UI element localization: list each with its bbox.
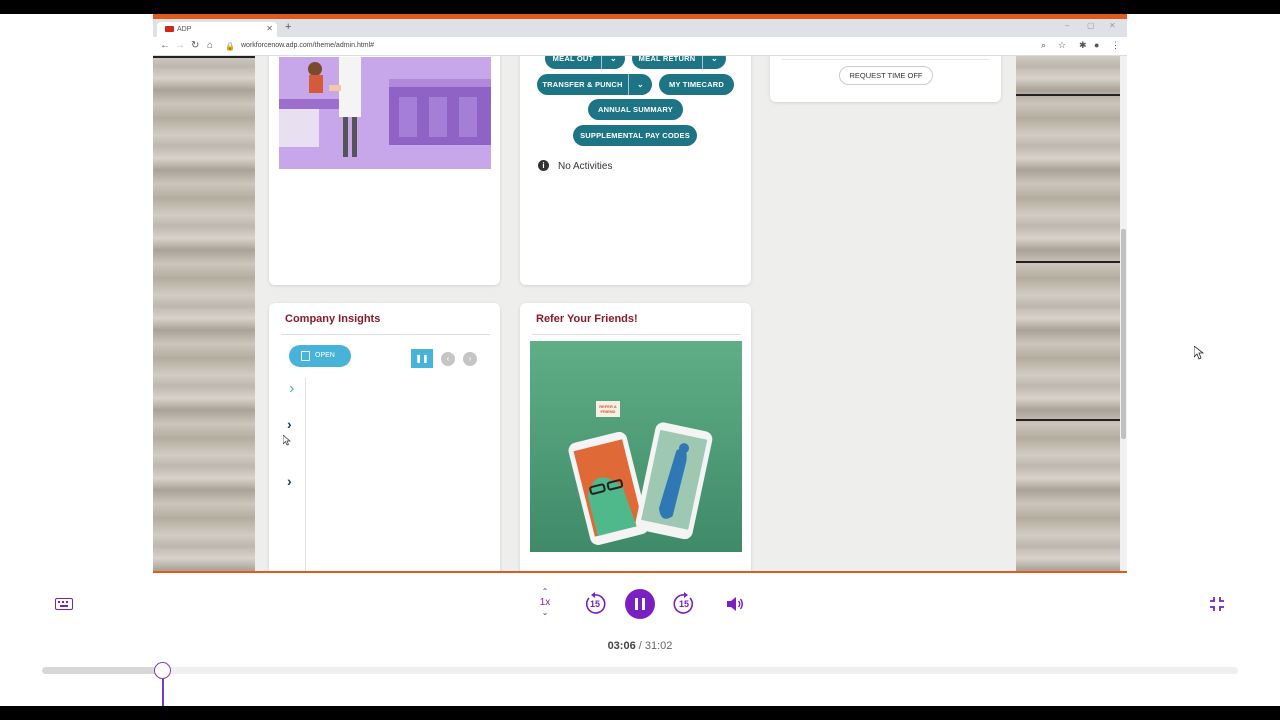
illustration-card (269, 56, 500, 285)
pause-icon-bar (642, 598, 645, 610)
mouse-cursor-icon (1194, 346, 1204, 360)
company-insights-card: Company Insights OPEN ❚❚ ‹ › › › › (269, 303, 500, 571)
exit-fullscreen-icon[interactable] (1210, 597, 1224, 611)
pharmacy-illustration (279, 57, 491, 169)
speed-down-icon[interactable]: ⌄ (535, 609, 555, 617)
new-tab-icon[interactable]: + (285, 21, 291, 33)
chevron-right-icon[interactable]: › (287, 416, 292, 432)
forward-seconds: 15 (678, 599, 689, 609)
speed-up-icon[interactable]: ⌃ (535, 588, 555, 596)
letterbox-bottom (0, 706, 1280, 720)
forward-icon[interactable]: → (175, 40, 185, 51)
close-tab-icon[interactable]: ✕ (266, 24, 273, 33)
address-bar: ← → ↻ ⌂ 🔒 workforcenow.adp.com/theme/adm… (153, 37, 1127, 56)
browser-tab-title: ADP (177, 26, 192, 33)
rewind-15-button[interactable]: 15 (583, 592, 607, 616)
keyboard-icon[interactable] (55, 598, 73, 610)
wood-background-left (153, 56, 255, 571)
chevron-down-icon[interactable]: ⌄ (601, 56, 625, 69)
back-icon[interactable]: ← (160, 40, 170, 51)
close-window-icon[interactable]: ✕ (1109, 21, 1116, 30)
time-off-card: REQUEST TIME OFF (770, 56, 1001, 102)
card-title: Refer Your Friends! (536, 313, 638, 325)
zoom-icon[interactable]: ⌕ (1041, 40, 1046, 51)
progress-fill (42, 667, 162, 674)
rewind-seconds: 15 (589, 599, 600, 609)
chevron-right-icon[interactable]: › (287, 473, 292, 489)
minimize-icon[interactable]: – (1065, 21, 1069, 30)
current-time: 03:06 (607, 640, 636, 652)
refer-friends-card: Refer Your Friends! REFER A FRIEND (520, 303, 751, 571)
extensions-icon[interactable]: ✱ (1079, 40, 1087, 51)
pause-button[interactable] (625, 589, 655, 619)
timecard-card: MEAL OUT ⌄ MEAL RETURN ⌄ TRANSFER & PUNC… (520, 56, 751, 285)
player-controls: ⌃ 1x ⌄ 15 15 (40, 585, 1240, 625)
scrollbar-thumb[interactable] (1121, 229, 1126, 439)
carousel-divider (305, 378, 306, 571)
pause-icon (635, 598, 638, 610)
reload-icon[interactable]: ↻ (191, 40, 199, 51)
total-time: 31:02 (644, 640, 673, 652)
annual-summary-button[interactable]: ANNUAL SUMMARY (588, 99, 683, 120)
card-title: Company Insights (285, 313, 381, 325)
mouse-cursor-icon (283, 435, 291, 446)
chevron-down-icon[interactable]: ⌄ (628, 74, 652, 95)
no-activities-text: No Activities (558, 161, 613, 172)
wood-background-right (1016, 56, 1120, 571)
my-timecard-button[interactable]: MY TIMECARD (659, 74, 734, 95)
home-icon[interactable]: ⌂ (207, 40, 213, 51)
card-divider (782, 56, 989, 60)
profile-icon[interactable]: ● (1094, 40, 1099, 50)
open-icon (301, 351, 310, 361)
progress-scrubber-handle[interactable] (154, 662, 171, 679)
bookmark-star-icon[interactable]: ☆ (1058, 40, 1066, 51)
letterbox-top (0, 0, 1280, 14)
browser-tab[interactable]: ADP ✕ (157, 22, 277, 37)
phones-illustration (568, 422, 713, 545)
card-divider (281, 334, 490, 335)
transfer-punch-button[interactable]: TRANSFER & PUNCH ⌄ (537, 74, 652, 95)
progress-bar[interactable] (42, 667, 1238, 674)
adp-favicon-icon (165, 26, 174, 32)
volume-icon[interactable] (726, 596, 744, 612)
forward-15-button[interactable]: 15 (672, 592, 696, 616)
card-divider (532, 334, 741, 335)
maximize-icon[interactable]: ▢ (1087, 21, 1095, 30)
carousel-prev-button[interactable]: ‹ (441, 352, 455, 366)
page-scrollbar[interactable] (1120, 56, 1127, 571)
lock-icon: 🔒 (225, 42, 235, 51)
chevron-down-icon[interactable]: ⌄ (702, 56, 726, 69)
meal-return-label: MEAL RETURN (638, 56, 696, 63)
transfer-punch-label: TRANSFER & PUNCH (542, 80, 623, 89)
open-label: OPEN (315, 352, 335, 359)
time-separator: / (638, 640, 642, 652)
meal-return-button[interactable]: MEAL RETURN ⌄ (632, 56, 726, 69)
browser-tab-strip: ADP ✕ + – ▢ ✕ (153, 19, 1127, 37)
pause-carousel-button[interactable]: ❚❚ (411, 349, 433, 368)
meal-out-button[interactable]: MEAL OUT ⌄ (545, 56, 625, 69)
menu-kebab-icon[interactable]: ⋮ (1111, 40, 1120, 51)
supplemental-pay-codes-button[interactable]: SUPPLEMENTAL PAY CODES (573, 125, 697, 146)
url-field[interactable]: workforcenow.adp.com/theme/admin.html# (241, 42, 374, 49)
request-time-off-button[interactable]: REQUEST TIME OFF (839, 66, 933, 85)
open-button[interactable]: OPEN (289, 345, 351, 367)
meal-out-label: MEAL OUT (552, 56, 594, 63)
carousel-next-button[interactable]: › (463, 352, 477, 366)
refer-promo-image[interactable]: REFER A FRIEND (530, 341, 742, 552)
playback-speed-control[interactable]: ⌃ 1x ⌄ (535, 588, 555, 617)
chevron-right-icon[interactable]: › (289, 380, 294, 398)
info-icon: i (538, 160, 549, 171)
dashboard-content: MEAL OUT ⌄ MEAL RETURN ⌄ TRANSFER & PUNC… (255, 56, 1016, 571)
video-frame: ADP ✕ + – ▢ ✕ ← → ↻ ⌂ 🔒 workforcenow.adp… (153, 14, 1127, 573)
time-display: 03:06 / 31:02 (0, 640, 1280, 652)
progress-indicator-line (162, 679, 164, 706)
webpage: MEAL OUT ⌄ MEAL RETURN ⌄ TRANSFER & PUNC… (153, 56, 1127, 571)
